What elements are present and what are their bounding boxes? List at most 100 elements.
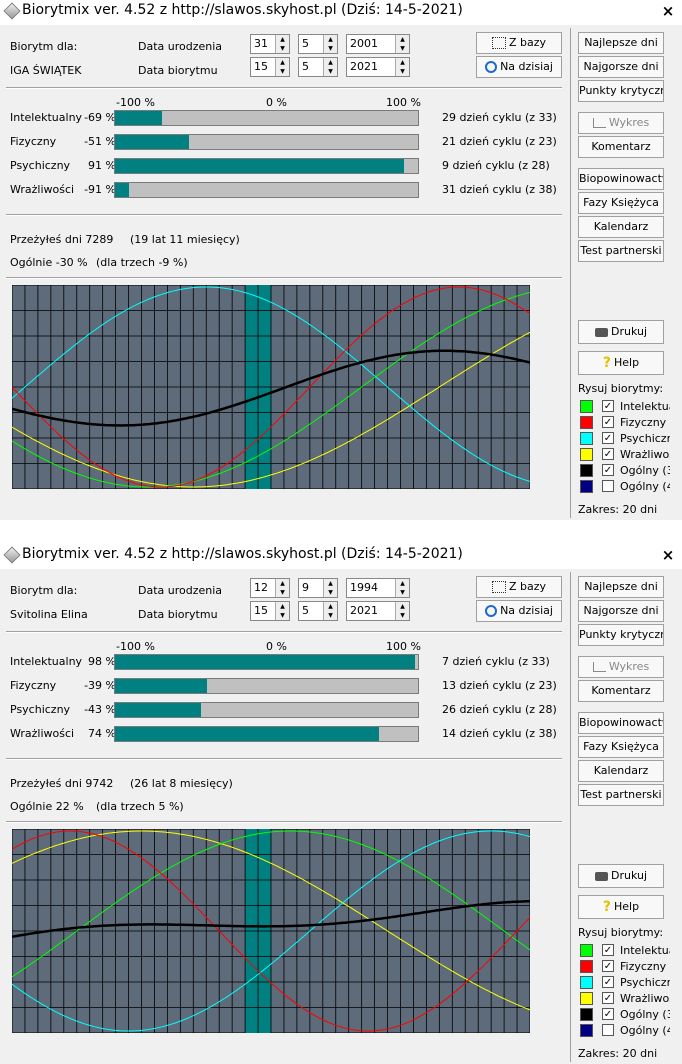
side-button-8[interactable]: Test partnerski: [578, 784, 664, 806]
legend-checkbox[interactable]: ✓: [602, 960, 614, 972]
side-button-2[interactable]: Punkty krytyczne: [578, 80, 664, 102]
legend-checkbox[interactable]: ✓: [602, 976, 614, 988]
side-button-1[interactable]: Najgorsze dni: [578, 600, 664, 622]
spinner-value: 1994: [350, 581, 378, 594]
spin-arrows-icon[interactable]: ▲ ▼: [323, 58, 337, 76]
side-button-8[interactable]: Test partnerski: [578, 240, 664, 262]
legend-checkbox[interactable]: ✓: [602, 416, 614, 428]
drukuj-label: Drukuj: [610, 869, 648, 882]
rhythm-name: Psychiczny: [10, 703, 71, 716]
birth-day-spinner[interactable]: 31 ▲ ▼: [250, 34, 290, 54]
side-button-4[interactable]: Komentarz: [578, 136, 664, 158]
help-button[interactable]: ? Help: [578, 895, 664, 919]
overall-three: (dla trzech 5 %): [96, 800, 184, 813]
lived-days: Przeżyłeś dni 7289: [10, 233, 114, 246]
drukuj-button[interactable]: Drukuj: [578, 320, 664, 344]
side-button-label: Punkty krytyczne: [579, 84, 663, 97]
legend-checkbox[interactable]: ✓: [602, 432, 614, 444]
rhythm-percent: 98 %: [88, 655, 116, 668]
spin-arrows-icon[interactable]: ▲ ▼: [323, 602, 337, 620]
birth-month-spinner[interactable]: 9 ▲ ▼: [298, 578, 338, 598]
na-dzisiaj-button[interactable]: Na dzisiaj: [476, 56, 562, 78]
legend-checkbox[interactable]: [602, 1024, 614, 1036]
z-bazy-button[interactable]: Z bazy: [476, 576, 562, 598]
side-button-5[interactable]: Biopowinowactwo: [578, 712, 664, 734]
rhythm-bar-fill: [115, 679, 208, 693]
legend-checkbox[interactable]: ✓: [602, 448, 614, 460]
spin-arrows-icon[interactable]: ▲ ▼: [323, 35, 337, 53]
side-button-5[interactable]: Biopowinowactwo: [578, 168, 664, 190]
spinner-value: 31: [254, 37, 268, 50]
bio-month-spinner[interactable]: 5 ▲ ▼: [298, 601, 338, 621]
rhythm-bar-fill: [115, 111, 162, 125]
side-button-7[interactable]: Kalendarz: [578, 760, 664, 782]
overall-percent: Ogólnie -30 %: [10, 256, 88, 269]
close-icon[interactable]: ×: [660, 3, 676, 19]
legend-label: Ogólny (3): [620, 464, 670, 477]
chart-pen-icon: [592, 662, 606, 672]
side-button-6[interactable]: Fazy Księżyca: [578, 736, 664, 758]
legend-label: Ogólny (4): [620, 480, 670, 493]
rhythm-bar: [114, 726, 419, 742]
drukuj-button[interactable]: Drukuj: [578, 864, 664, 888]
rhythm-percent: -43 %: [84, 703, 116, 716]
spin-arrows-icon[interactable]: ▲ ▼: [275, 579, 289, 597]
birth-day-spinner[interactable]: 12 ▲ ▼: [250, 578, 290, 598]
legend-checkbox[interactable]: ✓: [602, 944, 614, 956]
na-dzisiaj-button[interactable]: Na dzisiaj: [476, 600, 562, 622]
side-button-3: Wykres: [578, 112, 664, 134]
help-question-icon: ?: [602, 899, 612, 915]
side-button-0[interactable]: Najlepsze dni: [578, 576, 664, 598]
close-icon[interactable]: ×: [660, 547, 676, 563]
legend-checkbox[interactable]: ✓: [602, 400, 614, 412]
legend-checkbox[interactable]: ✓: [602, 1008, 614, 1020]
rhythm-percent: 74 %: [88, 727, 116, 740]
app-icon: [3, 2, 21, 20]
spin-arrows-icon[interactable]: ▲ ▼: [395, 58, 409, 76]
bio-month-spinner[interactable]: 5 ▲ ▼: [298, 57, 338, 77]
rhythm-percent: 91 %: [88, 159, 116, 172]
side-button-6[interactable]: Fazy Księżyca: [578, 192, 664, 214]
legend-swatch: [580, 416, 593, 429]
side-button-1[interactable]: Najgorsze dni: [578, 56, 664, 78]
z-bazy-label: Z bazy: [508, 580, 547, 593]
birth-month-spinner[interactable]: 5 ▲ ▼: [298, 34, 338, 54]
biorytmix-window: Biorytmix ver. 4.52 z http://slawos.skyh…: [0, 0, 682, 520]
lived-years: (19 lat 11 miesięcy): [130, 233, 240, 246]
legend-label: Psychiczny: [620, 432, 670, 445]
chart-pen-icon: [592, 118, 606, 128]
z-bazy-button[interactable]: Z bazy: [476, 32, 562, 54]
birth-year-spinner[interactable]: 1994 ▲ ▼: [346, 578, 410, 598]
legend-checkbox[interactable]: ✓: [602, 464, 614, 476]
vertical-separator: [570, 572, 571, 1062]
bio-year-spinner[interactable]: 2021 ▲ ▼: [346, 601, 410, 621]
legend-swatch: [580, 976, 593, 989]
side-button-7[interactable]: Kalendarz: [578, 216, 664, 238]
na-dzisiaj-label: Na dzisiaj: [500, 60, 553, 73]
person-name: Svitolina Elina: [10, 608, 88, 621]
bio-day-spinner[interactable]: 15 ▲ ▼: [250, 57, 290, 77]
legend-checkbox[interactable]: [602, 480, 614, 492]
scale-mid-label: 0 %: [266, 640, 287, 653]
side-button-label: Najgorsze dni: [583, 60, 659, 73]
side-button-4[interactable]: Komentarz: [578, 680, 664, 702]
bio-day-spinner[interactable]: 15 ▲ ▼: [250, 601, 290, 621]
legend-checkbox[interactable]: ✓: [602, 992, 614, 1004]
spin-arrows-icon[interactable]: ▲ ▼: [395, 602, 409, 620]
spin-arrows-icon[interactable]: ▲ ▼: [275, 35, 289, 53]
rhythm-cycle: 31 dzień cyklu (z 38): [442, 183, 557, 196]
separator: [6, 214, 562, 216]
legend-swatch: [580, 944, 593, 957]
separator: [6, 758, 562, 760]
spin-arrows-icon[interactable]: ▲ ▼: [323, 579, 337, 597]
side-button-0[interactable]: Najlepsze dni: [578, 32, 664, 54]
spin-arrows-icon[interactable]: ▲ ▼: [395, 35, 409, 53]
spin-arrows-icon[interactable]: ▲ ▼: [275, 58, 289, 76]
zakres-label: Zakres: 20 dni: [578, 503, 658, 516]
spin-arrows-icon[interactable]: ▲ ▼: [275, 602, 289, 620]
spin-arrows-icon[interactable]: ▲ ▼: [395, 579, 409, 597]
side-button-2[interactable]: Punkty krytyczne: [578, 624, 664, 646]
help-button[interactable]: ? Help: [578, 351, 664, 375]
bio-year-spinner[interactable]: 2021 ▲ ▼: [346, 57, 410, 77]
birth-year-spinner[interactable]: 2001 ▲ ▼: [346, 34, 410, 54]
